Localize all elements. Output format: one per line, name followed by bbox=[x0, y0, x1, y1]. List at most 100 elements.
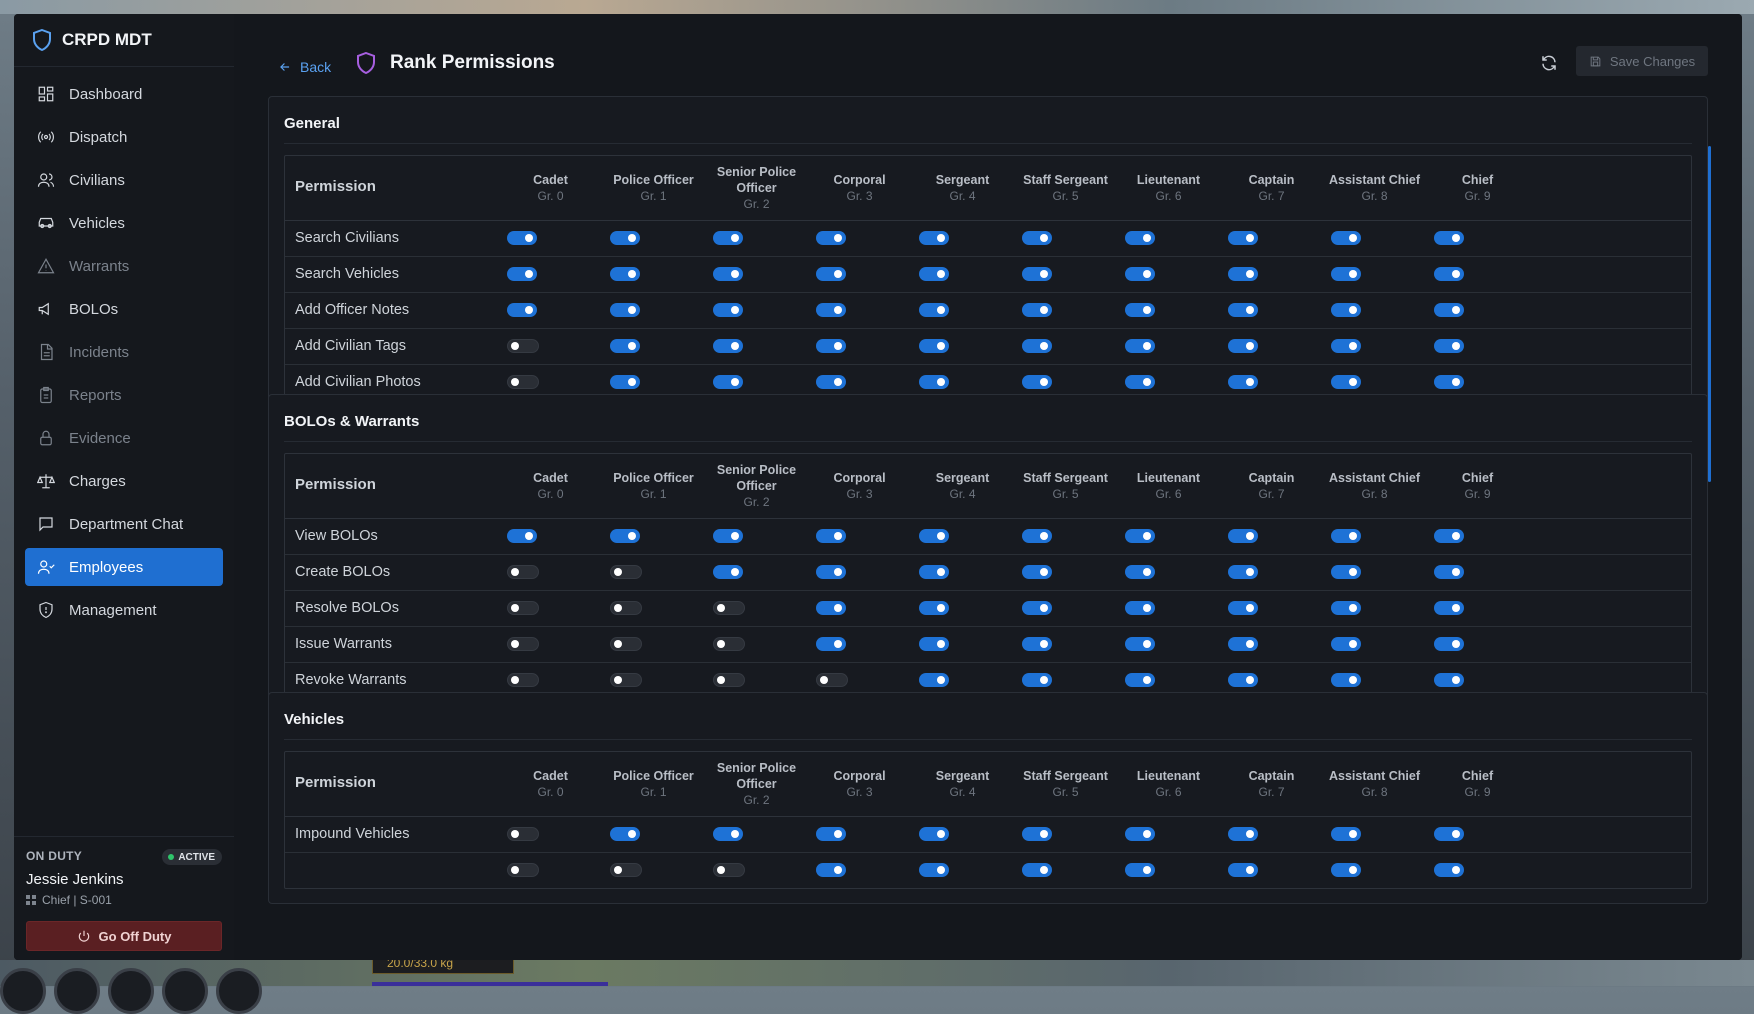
permission-toggle[interactable] bbox=[1228, 375, 1258, 389]
permission-toggle[interactable] bbox=[1125, 827, 1155, 841]
permission-toggle[interactable] bbox=[507, 827, 539, 841]
permission-toggle[interactable] bbox=[610, 601, 642, 615]
permission-toggle[interactable] bbox=[816, 673, 848, 687]
permission-toggle[interactable] bbox=[1434, 529, 1464, 543]
permissions-scroll-area[interactable]: General Permission Cadet Gr. 0 Police Office… bbox=[234, 92, 1742, 942]
permission-toggle[interactable] bbox=[1125, 339, 1155, 353]
permission-toggle[interactable] bbox=[713, 231, 743, 245]
sidebar-item-incidents[interactable]: Incidents bbox=[25, 333, 223, 371]
permission-toggle[interactable] bbox=[1228, 231, 1258, 245]
permission-toggle[interactable] bbox=[1125, 529, 1155, 543]
permission-toggle[interactable] bbox=[1228, 267, 1258, 281]
permission-toggle[interactable] bbox=[816, 231, 846, 245]
permission-toggle[interactable] bbox=[919, 303, 949, 317]
permission-toggle[interactable] bbox=[713, 303, 743, 317]
permission-toggle[interactable] bbox=[919, 827, 949, 841]
permission-toggle[interactable] bbox=[816, 529, 846, 543]
sidebar-item-bolos[interactable]: BOLOs bbox=[25, 290, 223, 328]
permission-toggle[interactable] bbox=[1022, 231, 1052, 245]
permission-toggle[interactable] bbox=[507, 339, 539, 353]
permission-toggle[interactable] bbox=[1434, 375, 1464, 389]
permission-toggle[interactable] bbox=[610, 529, 640, 543]
permission-toggle[interactable] bbox=[610, 565, 642, 579]
permission-toggle[interactable] bbox=[507, 231, 537, 245]
sidebar-item-vehicles[interactable]: Vehicles bbox=[25, 204, 223, 242]
permission-toggle[interactable] bbox=[1228, 565, 1258, 579]
permission-toggle[interactable] bbox=[507, 529, 537, 543]
permission-toggle[interactable] bbox=[816, 601, 846, 615]
sidebar-item-charges[interactable]: Charges bbox=[25, 462, 223, 500]
sidebar-item-management[interactable]: Management bbox=[25, 591, 223, 629]
permission-toggle[interactable] bbox=[507, 637, 539, 651]
permission-toggle[interactable] bbox=[816, 339, 846, 353]
permission-toggle[interactable] bbox=[1331, 339, 1361, 353]
sidebar-item-evidence[interactable]: Evidence bbox=[25, 419, 223, 457]
permission-toggle[interactable] bbox=[1331, 827, 1361, 841]
sidebar-item-employees[interactable]: Employees bbox=[25, 548, 223, 586]
permission-toggle[interactable] bbox=[713, 339, 743, 353]
permission-toggle[interactable] bbox=[507, 565, 539, 579]
permission-toggle[interactable] bbox=[610, 827, 640, 841]
permission-toggle[interactable] bbox=[919, 673, 949, 687]
permission-toggle[interactable] bbox=[816, 827, 846, 841]
permission-toggle[interactable] bbox=[816, 303, 846, 317]
permission-toggle[interactable] bbox=[1022, 303, 1052, 317]
permission-toggle[interactable] bbox=[1434, 827, 1464, 841]
permission-toggle[interactable] bbox=[816, 267, 846, 281]
permission-toggle[interactable] bbox=[713, 827, 743, 841]
permission-toggle[interactable] bbox=[507, 601, 539, 615]
permission-toggle[interactable] bbox=[1434, 303, 1464, 317]
permission-toggle[interactable] bbox=[1331, 565, 1361, 579]
permission-toggle[interactable] bbox=[1125, 375, 1155, 389]
permission-toggle[interactable] bbox=[1125, 637, 1155, 651]
permission-toggle[interactable] bbox=[1125, 673, 1155, 687]
sidebar-item-dispatch[interactable]: Dispatch bbox=[25, 118, 223, 156]
permission-toggle[interactable] bbox=[1331, 673, 1361, 687]
permission-toggle[interactable] bbox=[1331, 375, 1361, 389]
permission-toggle[interactable] bbox=[507, 303, 537, 317]
sidebar-item-warrants[interactable]: Warrants bbox=[25, 247, 223, 285]
permission-toggle[interactable] bbox=[713, 673, 745, 687]
permission-toggle[interactable] bbox=[610, 863, 642, 877]
permission-toggle[interactable] bbox=[1125, 267, 1155, 281]
permission-toggle[interactable] bbox=[713, 529, 743, 543]
permission-toggle[interactable] bbox=[1022, 339, 1052, 353]
back-button[interactable]: Back bbox=[278, 59, 331, 75]
scrollbar-thumb[interactable] bbox=[1708, 146, 1711, 482]
permission-toggle[interactable] bbox=[610, 375, 640, 389]
permission-toggle[interactable] bbox=[1022, 267, 1052, 281]
permission-toggle[interactable] bbox=[1434, 339, 1464, 353]
sidebar-item-dashboard[interactable]: Dashboard bbox=[25, 75, 223, 113]
permission-toggle[interactable] bbox=[713, 601, 745, 615]
permission-toggle[interactable] bbox=[713, 863, 745, 877]
permission-toggle[interactable] bbox=[713, 375, 743, 389]
permission-toggle[interactable] bbox=[1022, 673, 1052, 687]
permission-toggle[interactable] bbox=[1434, 267, 1464, 281]
permission-toggle[interactable] bbox=[816, 565, 846, 579]
permission-toggle[interactable] bbox=[919, 637, 949, 651]
permission-toggle[interactable] bbox=[1228, 339, 1258, 353]
permission-toggle[interactable] bbox=[1228, 601, 1258, 615]
permission-toggle[interactable] bbox=[1022, 827, 1052, 841]
permission-toggle[interactable] bbox=[1022, 637, 1052, 651]
permission-toggle[interactable] bbox=[610, 673, 642, 687]
permission-toggle[interactable] bbox=[1125, 863, 1155, 877]
permission-toggle[interactable] bbox=[1331, 231, 1361, 245]
permission-toggle[interactable] bbox=[1331, 601, 1361, 615]
permission-toggle[interactable] bbox=[1434, 673, 1464, 687]
permission-toggle[interactable] bbox=[919, 565, 949, 579]
permission-toggle[interactable] bbox=[1125, 231, 1155, 245]
save-changes-button[interactable]: Save Changes bbox=[1576, 46, 1708, 76]
permission-toggle[interactable] bbox=[1331, 267, 1361, 281]
permission-toggle[interactable] bbox=[1434, 637, 1464, 651]
permission-toggle[interactable] bbox=[1125, 601, 1155, 615]
go-off-duty-button[interactable]: Go Off Duty bbox=[26, 921, 222, 951]
permission-toggle[interactable] bbox=[816, 375, 846, 389]
permission-toggle[interactable] bbox=[1022, 601, 1052, 615]
refresh-button[interactable] bbox=[1540, 54, 1560, 74]
permission-toggle[interactable] bbox=[919, 339, 949, 353]
permission-toggle[interactable] bbox=[1434, 863, 1464, 877]
permission-toggle[interactable] bbox=[1228, 529, 1258, 543]
permission-toggle[interactable] bbox=[1125, 565, 1155, 579]
permission-toggle[interactable] bbox=[1022, 375, 1052, 389]
